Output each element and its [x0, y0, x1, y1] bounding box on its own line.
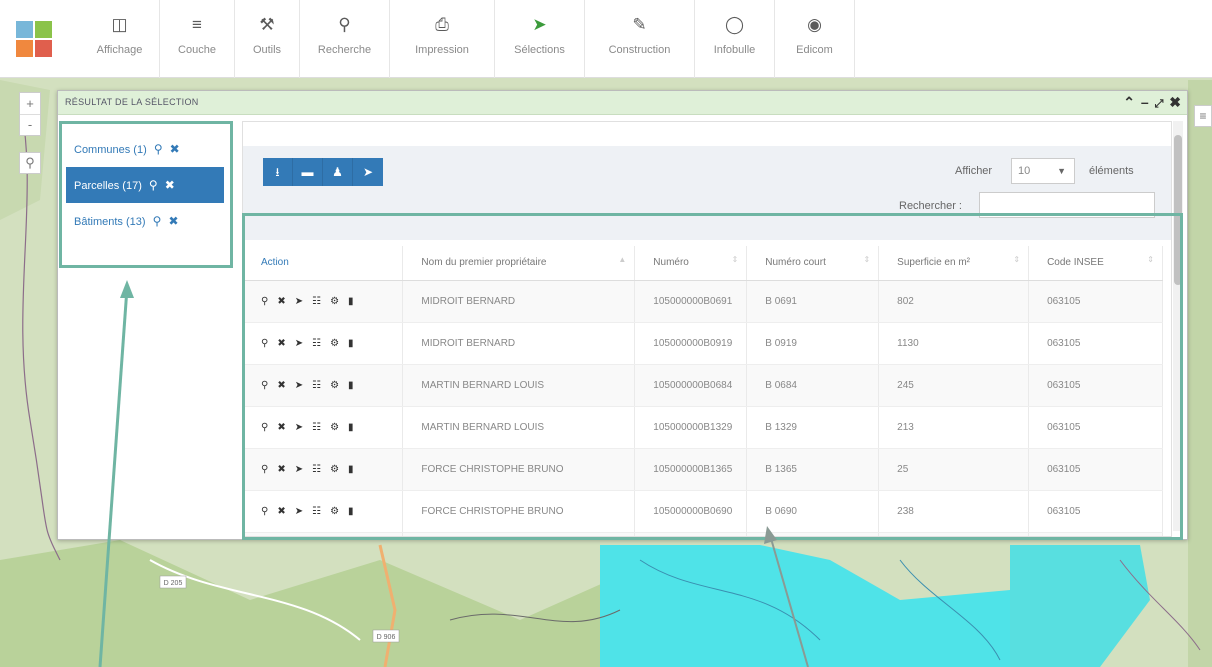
toolbar-affichage[interactable]: ◫ Affichage — [80, 0, 160, 78]
zoom-control: + - — [19, 92, 41, 136]
pointer-icon: ➤ — [532, 15, 547, 34]
length-label: Afficher — [955, 165, 993, 177]
printer-icon: ⎙ — [435, 15, 449, 34]
search-label: Rechercher : — [899, 200, 962, 212]
pencil-icon: ✎ — [632, 15, 647, 34]
toolbar-couche[interactable]: ≡ Couche — [160, 0, 235, 78]
download-icon: ⭳ — [275, 165, 280, 179]
app-logo[interactable] — [16, 21, 52, 57]
zoom-in-button[interactable]: + — [20, 93, 40, 115]
chevron-down-icon: ▼ — [1057, 166, 1066, 176]
road-label-d906: D 906 — [377, 634, 396, 641]
road-label-d205: D 205 — [164, 580, 183, 587]
page-length-select[interactable]: 10 ▼ — [1011, 158, 1075, 184]
export-button-group: ⭳ ▬ ♟ ➤ — [263, 158, 383, 186]
main-toolbar: ◫ Affichage ≡ Couche ⚒ Outils ⚲ Recherch… — [0, 0, 1212, 78]
highlight-selection-list — [59, 121, 233, 268]
download-button[interactable]: ⭳ — [263, 158, 293, 186]
toolbar-infobulle[interactable]: ◯ Infobulle — [695, 0, 775, 78]
length-suffix: éléments — [1089, 165, 1134, 177]
wrench-icon: ⚒ — [259, 15, 275, 34]
toolbar-recherche[interactable]: ⚲ Recherche — [300, 0, 390, 78]
card-icon: ▬ — [301, 165, 314, 179]
speech-bubble-icon: ◯ — [724, 15, 745, 34]
pointer-icon: ➤ — [362, 165, 374, 179]
user-circle-icon: ◉ — [807, 15, 822, 34]
menu-icon: ≡ — [1199, 109, 1207, 123]
toolbar-selections[interactable]: ➤ Sélections — [495, 0, 585, 78]
zoom-out-button[interactable]: - — [20, 115, 40, 135]
map-search-button[interactable]: ⚲ — [19, 152, 41, 174]
select-button[interactable]: ➤ — [353, 158, 383, 186]
toolbar-construction[interactable]: ✎ Construction — [585, 0, 695, 78]
toolbar-impression[interactable]: ⎙ Impression — [390, 0, 495, 78]
monitor-icon: ◫ — [111, 15, 128, 34]
search-icon: ⚲ — [25, 155, 35, 170]
highlight-table — [242, 213, 1183, 540]
panel-controls: ⌃ – ⤢ ✖ — [1121, 94, 1181, 111]
close-icon[interactable]: ✖ — [1169, 94, 1181, 110]
layer-menu-button[interactable]: ≡ — [1194, 105, 1212, 127]
search-icon: ⚲ — [338, 15, 351, 34]
users-button[interactable]: ♟ — [323, 158, 353, 186]
expand-icon[interactable]: ⤢ — [1155, 98, 1164, 110]
minimize-icon[interactable]: – — [1141, 94, 1149, 110]
collapse-icon[interactable]: ⌃ — [1123, 94, 1135, 110]
layers-icon: ≡ — [192, 15, 202, 34]
panel-title: Résultat de la sélection — [65, 97, 199, 107]
users-icon: ♟ — [332, 165, 343, 179]
card-button[interactable]: ▬ — [293, 158, 323, 186]
panel-header: Résultat de la sélection ⌃ – ⤢ ✖ — [58, 91, 1187, 115]
toolbar-edicom[interactable]: ◉ Edicom — [775, 0, 855, 78]
toolbar-outils[interactable]: ⚒ Outils — [235, 0, 300, 78]
